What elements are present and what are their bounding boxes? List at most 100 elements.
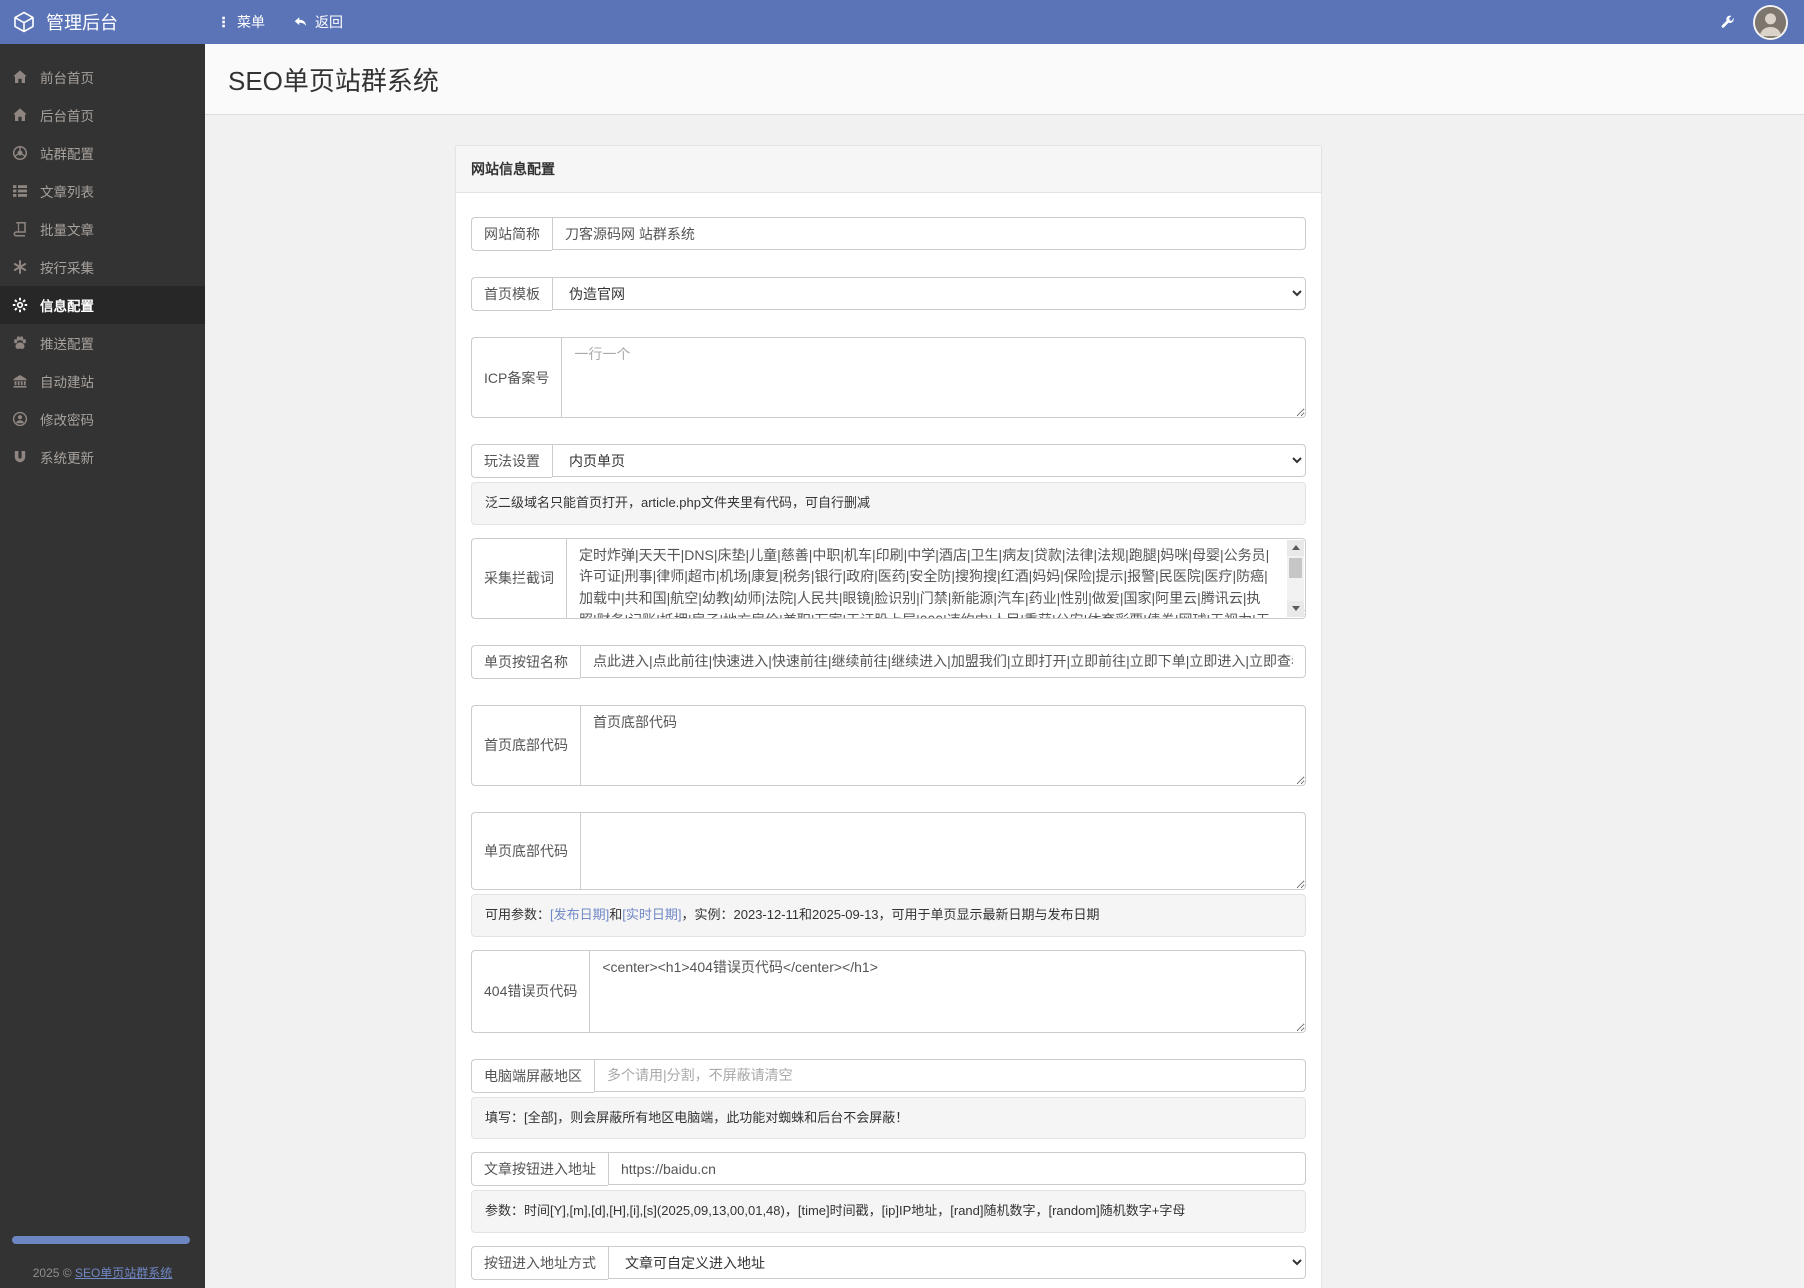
page-header: SEO单页站群系统 [205, 44, 1804, 115]
sidebar-item-auto-build[interactable]: 自动建站 [0, 362, 205, 400]
form-group-home-footer-code: 首页底部代码 首页底部代码 [471, 704, 1306, 786]
sidebar-item-admin-home[interactable]: 后台首页 [0, 96, 205, 134]
top-right [1720, 4, 1804, 40]
form-group-icp: ICP备案号 [471, 337, 1306, 418]
bank-icon [12, 373, 28, 389]
form-group-pc-block: 电脑端屏蔽地区 填写：[全部]，则会屏蔽所有地区电脑端，此功能对蜘蛛和后台不会屏… [471, 1058, 1306, 1140]
wrench-icon[interactable] [1720, 15, 1735, 30]
cube-icon [13, 11, 35, 33]
sidebar-item-label: 后台首页 [40, 109, 94, 124]
menu-icon [222, 16, 225, 28]
form-group-block-words: 采集拦截词 定时炸弹|天天干|DNS|床垫|儿童|慈善|中职|机车|印刷|中学|… [471, 537, 1306, 619]
top-bar: 管理后台 菜单 返回 [0, 0, 1804, 44]
form-group-article-btn-url: 文章按钮进入地址 参数：时间[Y],[m],[d],[H],[i],[s](20… [471, 1152, 1306, 1234]
form-group-site-name: 网站简称 [471, 217, 1306, 251]
gear-icon [12, 297, 28, 313]
play-mode-label: 玩法设置 [471, 444, 552, 478]
home-footer-code-textarea[interactable]: 首页底部代码 [580, 704, 1306, 786]
scroll-down-icon[interactable] [1287, 600, 1304, 617]
page-title: SEO单页站群系统 [228, 65, 439, 96]
top-links: 菜单 返回 [217, 12, 343, 32]
panel-body: 网站简称 首页模板 伪造官网 ICP备案号 [456, 193, 1321, 1288]
website-info-panel: 网站信息配置 网站简称 首页模板 伪造官网 [455, 145, 1322, 1288]
btn-url-mode-label: 按钮进入地址方式 [471, 1246, 608, 1281]
sidebar-item-label: 前台首页 [40, 71, 94, 86]
sidebar-item-batch-articles[interactable]: 批量文章 [0, 210, 205, 248]
sidebar-item-system-update[interactable]: 系统更新 [0, 438, 205, 476]
list-icon [12, 183, 28, 199]
home-icon [12, 69, 28, 85]
magnet-icon [12, 449, 28, 465]
form-group-404-code: 404错误页代码 <center><h1>404错误页代码</center></… [471, 949, 1306, 1033]
article-btn-url-input[interactable] [608, 1152, 1306, 1186]
page-footer-code-textarea[interactable] [580, 811, 1306, 890]
publish-date-param: [发布日期] [550, 906, 610, 922]
play-mode-hint: 泛二级域名只能首页打开，article.php文件夹里有代码，可自行删减 [471, 482, 1306, 525]
sidebar-item-label: 推送配置 [40, 337, 94, 352]
sidebar-item-label: 修改密码 [40, 413, 94, 428]
sidebar-item-label: 站群配置 [40, 147, 94, 162]
asterisk-icon [12, 259, 28, 275]
page-footer-code-label: 单页底部代码 [471, 811, 580, 890]
site-name-label: 网站简称 [471, 217, 552, 251]
sidebar-item-change-password[interactable]: 修改密码 [0, 400, 205, 438]
url-params-hint: 参数：时间[Y],[m],[d],[H],[i],[s](2025,09,13,… [471, 1190, 1306, 1234]
icp-label: ICP备案号 [471, 337, 562, 418]
button-names-label: 单页按钮名称 [471, 644, 580, 679]
404-code-textarea[interactable]: <center><h1>404错误页代码</center></h1> [589, 949, 1306, 1033]
copyright-year: 2025 © [32, 1266, 72, 1280]
404-code-label: 404错误页代码 [471, 949, 590, 1033]
system-link[interactable]: SEO单页站群系统 [75, 1266, 172, 1280]
sidebar-item-push-config[interactable]: 推送配置 [0, 324, 205, 362]
home-footer-code-label: 首页底部代码 [471, 704, 580, 786]
scrollbar-thumb[interactable] [1289, 557, 1302, 578]
sidebar-item-sites-config[interactable]: 站群配置 [0, 134, 205, 172]
content: 网站信息配置 网站简称 首页模板 伪造官网 [205, 145, 1804, 1288]
form-group-page-footer-code: 单页底部代码 可用参数：[发布日期]和[实时日期]，实例：2023-12-11和… [471, 811, 1306, 937]
block-words-textarea[interactable]: 定时炸弹|天天干|DNS|床垫|儿童|慈善|中职|机车|印刷|中学|酒店|卫生|… [566, 537, 1306, 619]
textarea-scrollbar[interactable] [1287, 539, 1304, 617]
menu-toggle[interactable]: 菜单 [217, 12, 265, 32]
home-template-select[interactable]: 伪造官网 [552, 277, 1306, 310]
sidebar-footer: 2025 © SEO单页站群系统 [0, 1264, 205, 1281]
paw-icon [12, 335, 28, 351]
btn-url-mode-select[interactable]: 文章可自定义进入地址 [608, 1246, 1306, 1280]
sidebar-item-article-list[interactable]: 文章列表 [0, 172, 205, 210]
site-name-input[interactable] [552, 217, 1306, 250]
book-icon [12, 221, 28, 237]
play-mode-select[interactable]: 内页单页 [552, 444, 1306, 477]
pc-block-input[interactable] [594, 1058, 1306, 1092]
pc-block-label: 电脑端屏蔽地区 [471, 1058, 594, 1093]
brand-title: 管理后台 [46, 13, 118, 33]
article-btn-url-label: 文章按钮进入地址 [471, 1152, 608, 1187]
sidebar-item-label: 批量文章 [40, 223, 94, 238]
sidebar-item-label: 信息配置 [40, 299, 94, 314]
sidebar-item-label: 文章列表 [40, 185, 94, 200]
realtime-date-param: [实时日期] [622, 906, 682, 922]
date-params-hint: 可用参数：[发布日期]和[实时日期]，实例：2023-12-11和2025-09… [471, 893, 1306, 937]
form-group-home-template: 首页模板 伪造官网 [471, 277, 1306, 311]
button-names-input[interactable] [580, 644, 1306, 678]
globe-icon [12, 145, 28, 161]
icp-textarea[interactable] [561, 337, 1306, 418]
sidebar-item-line-collect[interactable]: 按行采集 [0, 248, 205, 286]
sidebar-item-label: 按行采集 [40, 261, 94, 276]
sidebar-nav: 前台首页 后台首页 站群配置 文章列表 批量文章 按行采集 信息配置 推送配置 [0, 44, 205, 476]
block-words-label: 采集拦截词 [471, 537, 566, 619]
sidebar-item-info-config[interactable]: 信息配置 [0, 286, 205, 324]
sidebar-item-label: 系统更新 [40, 451, 94, 466]
main-area: SEO单页站群系统 网站信息配置 网站简称 首页模板 伪造官网 [205, 0, 1804, 1288]
brand[interactable]: 管理后台 [0, 9, 205, 35]
panel-title: 网站信息配置 [456, 146, 1321, 193]
sidebar-scrollbar[interactable] [12, 1236, 190, 1244]
back-button[interactable]: 返回 [293, 12, 343, 32]
form-group-btn-url-mode: 按钮进入地址方式 文章可自定义进入地址 [471, 1246, 1306, 1281]
user-avatar[interactable] [1753, 4, 1788, 40]
user-circle-icon [12, 411, 28, 427]
sidebar-item-label: 自动建站 [40, 375, 94, 390]
home-template-label: 首页模板 [471, 277, 552, 311]
back-arrow-icon [294, 17, 307, 27]
sidebar-item-front-home[interactable]: 前台首页 [0, 58, 205, 96]
scroll-up-icon[interactable] [1287, 539, 1304, 556]
form-group-play-mode: 玩法设置 内页单页 泛二级域名只能首页打开，article.php文件夹里有代码… [471, 444, 1306, 525]
